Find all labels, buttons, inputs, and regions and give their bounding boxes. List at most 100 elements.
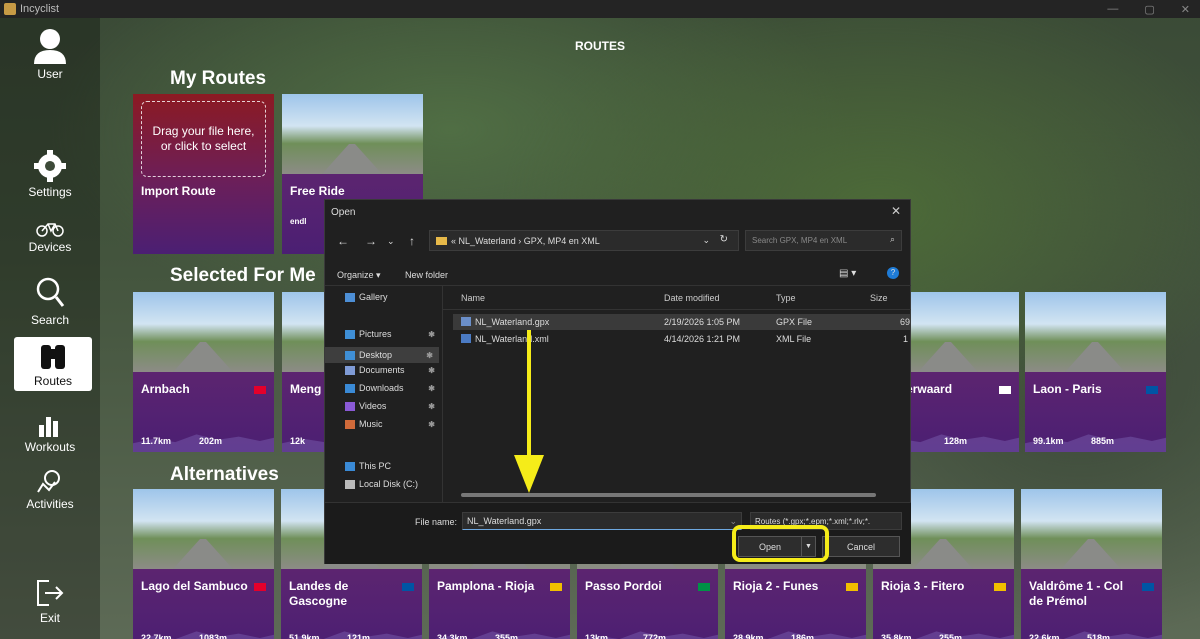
nav-pane-item[interactable]: Local Disk (C:) xyxy=(345,479,441,489)
route-tile[interactable]: Arnbach 11.7km 202m xyxy=(133,292,274,452)
back-arrow-icon[interactable]: ← xyxy=(337,234,349,248)
route-elevation: 121m xyxy=(347,633,371,639)
nav-pane-item[interactable]: Downloads ✱ xyxy=(345,383,441,393)
column-size[interactable]: Size xyxy=(870,293,888,303)
file-date: 4/14/2026 1:21 PM xyxy=(664,334,741,344)
route-distance: 51.9km xyxy=(289,633,320,639)
search-placeholder: Search GPX, MP4 en XML xyxy=(752,236,848,245)
file-type: XML File xyxy=(776,334,812,344)
file-size: 1 xyxy=(903,334,909,344)
nav-pane-item[interactable]: Videos ✱ xyxy=(345,401,441,411)
pin-icon: ✱ xyxy=(428,401,435,411)
nav-routes[interactable]: Routes xyxy=(14,337,92,391)
pin-icon: ✱ xyxy=(428,365,435,375)
title-bar: Incyclist — ▢ ✕ xyxy=(0,0,1200,18)
folder-icon xyxy=(345,419,355,429)
folder-icon xyxy=(345,461,355,471)
section-selected-for-me: Selected For Me xyxy=(170,265,316,286)
folder-icon xyxy=(345,350,355,360)
nav-pane-item[interactable]: Music ✱ xyxy=(345,419,441,429)
drop-zone[interactable]: Drag your file here, or click to select xyxy=(141,101,266,177)
window-title: Incyclist xyxy=(20,3,60,15)
route-name: Pamplona - Rioja xyxy=(437,579,535,593)
dialog-title: Open xyxy=(331,207,356,218)
nav-pane-item[interactable]: Documents ✱ xyxy=(345,365,441,375)
route-tile[interactable]: Lago del Sambuco 22.7km 1083m xyxy=(133,489,274,639)
import-route-tile[interactable]: Drag your file here, or click to select … xyxy=(133,94,274,254)
nav-activities[interactable]: Activities xyxy=(0,468,100,511)
folder-icon xyxy=(345,383,355,393)
column-name[interactable]: Name xyxy=(461,293,485,303)
gear-icon xyxy=(34,150,66,182)
file-row[interactable]: NL_Waterland.gpx 2/19/2026 1:05 PM GPX F… xyxy=(453,314,911,330)
exit-icon xyxy=(37,580,64,606)
close-window-button[interactable]: ✕ xyxy=(1181,3,1190,16)
recent-chevron-icon[interactable]: ⌄ xyxy=(387,236,395,247)
forward-arrow-icon[interactable]: → xyxy=(365,234,377,248)
country-flag-icon xyxy=(254,386,266,394)
maximize-button[interactable]: ▢ xyxy=(1144,3,1154,16)
route-name: Rioja 3 - Fitero xyxy=(881,579,965,593)
file-name-input[interactable]: NL_Waterland.gpx ⌄ xyxy=(462,512,742,530)
nav-pane-item[interactable]: Desktop ✱ xyxy=(325,347,439,363)
route-elevation: 1083m xyxy=(199,633,228,639)
route-name: Landes de Gascogne xyxy=(289,579,349,608)
minimize-button[interactable]: — xyxy=(1107,3,1118,15)
country-flag-icon xyxy=(698,583,710,591)
address-bar[interactable]: « NL_Waterland › GPX, MP4 en XML ⌄ ↻ xyxy=(429,230,739,251)
route-thumbnail xyxy=(133,292,274,372)
dialog-close-button[interactable]: ✕ xyxy=(891,204,901,218)
nav-pane-label: Desktop xyxy=(359,350,393,360)
new-folder-button[interactable]: New folder xyxy=(405,270,448,280)
nav-workouts[interactable]: Workouts xyxy=(0,413,100,454)
nav-pane-item[interactable]: This PC xyxy=(345,461,441,471)
refresh-icon[interactable]: ↻ xyxy=(720,234,728,245)
route-name: Valdrôme 1 - Col de Prémol xyxy=(1029,579,1124,608)
file-name-value: NL_Waterland.gpx xyxy=(467,516,542,526)
route-elevation: 518m xyxy=(1087,633,1111,639)
xml-file-icon xyxy=(461,334,471,343)
country-flag-icon xyxy=(402,583,414,591)
route-distance: 34.3km xyxy=(437,633,468,639)
nav-pane-label: Videos xyxy=(359,401,387,411)
up-arrow-icon[interactable]: ↑ xyxy=(409,234,415,248)
route-name: Laon - Paris xyxy=(1033,382,1102,396)
route-distance: 12k xyxy=(290,436,306,446)
user-icon xyxy=(34,29,66,64)
navigation-pane: Gallery Pictures ✱ Desktop ✱ Documents ✱ Downlo… xyxy=(325,286,443,502)
route-elevation: 255m xyxy=(939,633,963,639)
file-row[interactable]: NL_Waterland.xml 4/14/2026 1:21 PM XML F… xyxy=(453,331,911,347)
help-icon[interactable]: ? xyxy=(887,267,899,279)
pin-icon: ✱ xyxy=(426,350,433,360)
address-dropdown-icon[interactable]: ⌄ xyxy=(702,235,710,246)
nav-search[interactable]: Search xyxy=(0,276,100,327)
nav-exit[interactable]: Exit xyxy=(0,578,100,625)
nav-user[interactable]: User xyxy=(0,28,100,81)
nav-pane-item[interactable]: Gallery xyxy=(345,292,441,302)
nav-settings[interactable]: Settings xyxy=(0,150,100,199)
route-name: Free Ride xyxy=(290,184,345,198)
route-elevation: 772m xyxy=(643,633,667,639)
route-tile[interactable]: Laon - Paris 99.1km 885m xyxy=(1025,292,1166,452)
dialog-search-input[interactable]: Search GPX, MP4 en XML ⌕ xyxy=(745,230,902,251)
route-thumbnail xyxy=(1025,292,1166,372)
nav-pane-item[interactable]: Pictures ✱ xyxy=(345,329,441,339)
column-date[interactable]: Date modified xyxy=(664,293,720,303)
organize-button[interactable]: Organize ▾ xyxy=(337,270,381,281)
route-tile[interactable]: Valdrôme 1 - Col de Prémol 22.6km 518m xyxy=(1021,489,1162,639)
nav-devices[interactable]: Devices xyxy=(0,221,100,254)
nav-activities-label: Activities xyxy=(26,497,74,511)
open-file-dialog: Open ✕ ← → ⌄ ↑ « NL_Waterland › GPX, MP4… xyxy=(324,199,911,564)
cancel-button[interactable]: Cancel xyxy=(822,536,900,557)
horizontal-scrollbar[interactable] xyxy=(461,493,876,497)
routes-binoculars-icon xyxy=(41,345,65,369)
route-elevation: 186m xyxy=(791,633,815,639)
file-date: 2/19/2026 1:05 PM xyxy=(664,317,741,327)
route-name: Lago del Sambuco xyxy=(141,579,248,593)
column-type[interactable]: Type xyxy=(776,293,796,303)
view-options-icon[interactable]: ▤ ▾ xyxy=(839,268,856,279)
route-distance: 22.6km xyxy=(1029,633,1060,639)
route-distance: 13km xyxy=(585,633,609,639)
folder-icon xyxy=(345,292,355,302)
search-icon xyxy=(36,277,65,307)
